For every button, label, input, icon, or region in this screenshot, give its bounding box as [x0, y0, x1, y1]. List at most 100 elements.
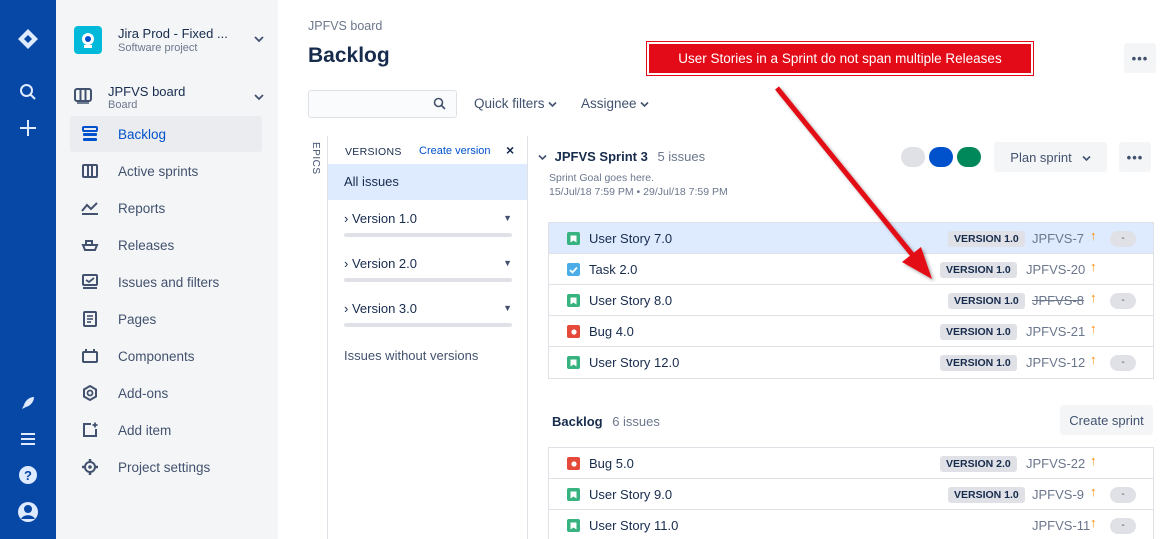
issue-key[interactable]: JPFVS-12 [1026, 355, 1085, 370]
issue-title: Bug 5.0 [589, 456, 634, 471]
assignee-dropdown[interactable]: Assignee [581, 96, 649, 111]
quick-filters-label: Quick filters [474, 96, 545, 111]
issue-row[interactable]: User Story 11.0 JPFVS-11 ↑ - [549, 510, 1153, 539]
menu-icon[interactable] [0, 428, 56, 450]
issue-row[interactable]: User Story 7.0 VERSION 1.0 JPFVS-7 ↑ - [549, 223, 1153, 254]
search-icon [433, 97, 446, 113]
issue-title: User Story 8.0 [589, 293, 673, 308]
epics-panel-toggle[interactable]: EPICS [310, 142, 321, 175]
version-item[interactable]: › Version 3.0 ▼ [344, 301, 512, 327]
priority-high-icon: ↑ [1090, 290, 1097, 305]
global-nav: ? [0, 0, 56, 539]
priority-high-icon: ↑ [1090, 228, 1097, 243]
issue-title: User Story 9.0 [589, 487, 673, 502]
issue-row[interactable]: User Story 12.0 VERSION 1.0 JPFVS-12 ↑ - [549, 347, 1153, 378]
issue-key[interactable]: JPFVS-7 [1032, 231, 1084, 246]
close-icon[interactable]: × [506, 142, 514, 158]
search-input[interactable] [308, 90, 457, 118]
estimate-badge: - [1110, 293, 1136, 309]
issue-row[interactable]: Task 2.0 VERSION 1.0 JPFVS-20 ↑ [549, 254, 1153, 285]
sidebar-item-pages[interactable]: Pages [70, 301, 262, 337]
backlog-icon [80, 124, 100, 144]
pages-icon [80, 309, 100, 329]
versions-all-issues[interactable]: All issues [328, 164, 527, 200]
page-title: Backlog [308, 44, 390, 67]
issue-key[interactable]: JPFVS-20 [1026, 262, 1085, 277]
chevron-down-icon[interactable] [538, 149, 547, 164]
status-count-done [957, 147, 981, 167]
sprint-more-button[interactable]: ••• [1119, 142, 1151, 172]
chevron-down-icon [548, 96, 557, 111]
project-avatar [74, 26, 102, 54]
issue-key[interactable]: JPFVS-9 [1032, 487, 1084, 502]
quick-filters-dropdown[interactable]: Quick filters [474, 96, 557, 111]
sidebar-item-project-settings[interactable]: Project settings [70, 449, 262, 485]
issues-without-versions[interactable]: Issues without versions [344, 348, 478, 363]
sprint-header[interactable]: JPFVS Sprint 3 5 issues [538, 149, 705, 164]
board-name: JPFVS board [108, 83, 186, 99]
create-version-link[interactable]: Create version [419, 145, 491, 157]
version-badge: VERSION 1.0 [948, 293, 1025, 309]
chevron-right-icon: › [344, 211, 352, 226]
search-icon[interactable] [0, 80, 56, 104]
sidebar-item-reports[interactable]: Reports [70, 190, 262, 226]
issue-row[interactable]: Bug 4.0 VERSION 1.0 JPFVS-21 ↑ [549, 316, 1153, 347]
active-sprints-icon [80, 161, 100, 181]
sidebar-item-active-sprints[interactable]: Active sprints [70, 153, 262, 189]
status-count-todo [901, 147, 925, 167]
issue-row[interactable]: User Story 9.0 VERSION 1.0 JPFVS-9 ↑ - [549, 479, 1153, 510]
plan-sprint-button[interactable]: Plan sprint [994, 142, 1107, 172]
issue-key[interactable]: JPFVS-22 [1026, 456, 1085, 471]
bug-icon [567, 457, 580, 470]
version-item[interactable]: › Version 1.0 ▼ [344, 211, 512, 237]
chevron-down-icon [640, 96, 649, 111]
priority-high-icon: ↑ [1090, 484, 1097, 499]
create-sprint-button[interactable]: Create sprint [1060, 405, 1153, 435]
issue-key[interactable]: JPFVS-21 [1026, 324, 1085, 339]
user-avatar-icon[interactable] [0, 500, 56, 524]
breadcrumb[interactable]: JPFVS board [308, 19, 382, 33]
version-progress-bar [344, 323, 512, 327]
sidebar-item-releases[interactable]: Releases [70, 227, 262, 263]
backlog-issue-count: 6 issues [612, 414, 660, 429]
help-icon[interactable]: ? [0, 464, 56, 486]
issue-row[interactable]: Bug 5.0 VERSION 2.0 JPFVS-22 ↑ [549, 448, 1153, 479]
issue-title: User Story 11.0 [589, 518, 679, 533]
sidebar-item-add-ons[interactable]: Add-ons [70, 375, 262, 411]
issue-row[interactable]: User Story 8.0 VERSION 1.0 JPFVS-8 ↑ - [549, 285, 1153, 316]
version-badge: VERSION 1.0 [940, 324, 1017, 340]
version-item[interactable]: › Version 2.0 ▼ [344, 256, 512, 282]
backlog-issue-list: Bug 5.0 VERSION 2.0 JPFVS-22 ↑ User Stor… [548, 447, 1154, 539]
issue-title: User Story 7.0 [589, 231, 673, 246]
sidebar-item-label: Releases [118, 237, 175, 253]
project-type: Software project [118, 42, 198, 54]
sidebar-item-backlog[interactable]: Backlog [70, 116, 262, 152]
caret-down-icon[interactable]: ▼ [503, 213, 512, 223]
issue-title: Bug 4.0 [589, 324, 634, 339]
backlog-title: Backlog [552, 414, 603, 429]
annotation-callout: User Stories in a Sprint do not span mul… [647, 42, 1033, 75]
rocket-icon[interactable] [0, 392, 56, 414]
priority-high-icon: ↑ [1090, 515, 1097, 530]
story-icon [567, 519, 580, 532]
project-switcher[interactable]: Jira Prod - Fixed ... Software project [74, 22, 264, 58]
issue-key[interactable]: JPFVS-8 [1032, 293, 1084, 308]
sprint-issue-count: 5 issues [657, 149, 706, 164]
sidebar-item-label: Add-ons [118, 385, 169, 401]
jira-logo-icon[interactable] [0, 26, 56, 52]
estimate-badge: - [1110, 355, 1136, 371]
task-icon [567, 263, 580, 276]
sidebar-item-components[interactable]: Components [70, 338, 262, 374]
sidebar-item-issues-and-filters[interactable]: Issues and filters [70, 264, 262, 300]
caret-down-icon[interactable]: ▼ [503, 258, 512, 268]
add-item-icon [80, 420, 100, 440]
create-plus-icon[interactable] [0, 116, 56, 140]
caret-down-icon[interactable]: ▼ [503, 303, 512, 313]
issue-key[interactable]: JPFVS-11 [1032, 518, 1090, 533]
version-name: Version 1.0 [351, 211, 417, 226]
backlog-header[interactable]: Backlog 6 issues [552, 414, 660, 429]
board-switcher[interactable]: JPFVS board Board [74, 82, 264, 112]
sidebar-item-add-item[interactable]: Add item [70, 412, 262, 448]
sidebar-item-label: Backlog [118, 126, 167, 142]
page-more-button[interactable]: ••• [1124, 43, 1156, 73]
